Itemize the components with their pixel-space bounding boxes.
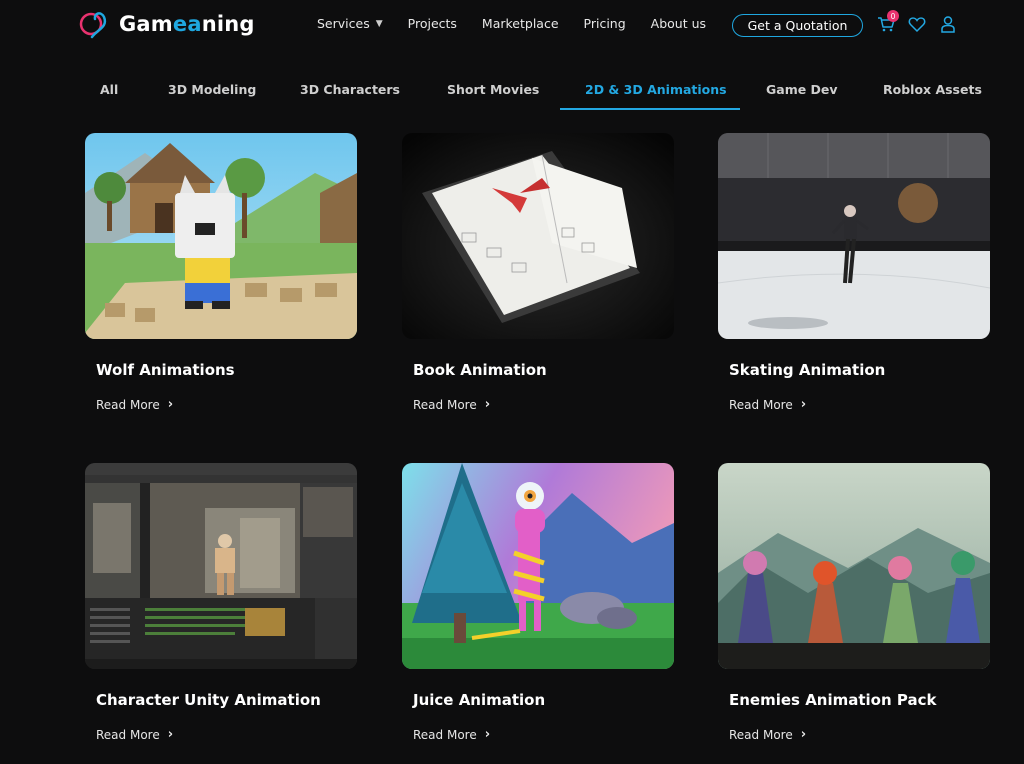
enemies-scene-image <box>718 463 990 669</box>
nav-projects[interactable]: Projects <box>408 16 457 31</box>
skating-scene-image <box>718 133 990 339</box>
read-more-link[interactable]: Read More › <box>729 727 806 742</box>
user-icon[interactable] <box>939 15 957 33</box>
unity-editor-image <box>85 463 357 669</box>
project-thumbnail[interactable] <box>85 133 357 339</box>
juice-scene-image <box>402 463 674 669</box>
chevron-right-icon: › <box>484 397 491 412</box>
card-title[interactable]: Character Unity Animation <box>96 691 321 709</box>
read-more-link[interactable]: Read More › <box>413 397 490 412</box>
chevron-right-icon: › <box>800 727 807 742</box>
tab-3d-characters[interactable]: 3D Characters <box>300 82 400 97</box>
project-thumbnail[interactable] <box>85 463 357 669</box>
wolf-scene-image <box>85 133 357 339</box>
chevron-right-icon: › <box>167 397 174 412</box>
project-card-enemies[interactable]: Enemies Animation Pack Read More › <box>718 463 990 742</box>
read-more-link[interactable]: Read More › <box>729 397 806 412</box>
nav-services[interactable]: Services ▼ <box>317 16 383 31</box>
heart-icon[interactable] <box>908 15 926 33</box>
card-title[interactable]: Book Animation <box>413 361 547 379</box>
main-nav: Services ▼ Projects Marketplace Pricing … <box>317 16 731 31</box>
project-card-book[interactable]: Book Animation Read More › <box>402 133 674 412</box>
tab-game-dev[interactable]: Game Dev <box>766 82 838 97</box>
project-card-character-unity[interactable]: Character Unity Animation Read More › <box>85 463 357 742</box>
project-card-juice[interactable]: Juice Animation Read More › <box>402 463 674 742</box>
chevron-right-icon: › <box>800 397 807 412</box>
card-title[interactable]: Skating Animation <box>729 361 885 379</box>
project-thumbnail[interactable] <box>402 133 674 339</box>
read-more-link[interactable]: Read More › <box>413 727 490 742</box>
project-thumbnail[interactable] <box>402 463 674 669</box>
card-title[interactable]: Juice Animation <box>413 691 545 709</box>
tab-3d-modeling[interactable]: 3D Modeling <box>168 82 256 97</box>
chevron-down-icon: ▼ <box>375 18 383 29</box>
nav-about-us[interactable]: About us <box>651 16 706 31</box>
tab-all[interactable]: All <box>100 82 118 97</box>
project-card-skating[interactable]: Skating Animation Read More › <box>718 133 990 412</box>
book-scene-image <box>402 133 674 339</box>
card-title[interactable]: Wolf Animations <box>96 361 235 379</box>
get-quotation-button[interactable]: Get a Quotation <box>732 14 863 37</box>
logo-text: Gameaning <box>119 12 255 36</box>
category-tabs: All 3D Modeling 3D Characters Short Movi… <box>0 70 1024 112</box>
logo[interactable]: Gameaning <box>78 6 255 42</box>
nav-marketplace[interactable]: Marketplace <box>482 16 559 31</box>
chevron-right-icon: › <box>167 727 174 742</box>
tab-roblox-assets[interactable]: Roblox Assets <box>883 82 982 97</box>
project-thumbnail[interactable] <box>718 463 990 669</box>
chevron-right-icon: › <box>484 727 491 742</box>
card-title[interactable]: Enemies Animation Pack <box>729 691 936 709</box>
cart-count-badge: 0 <box>887 10 899 22</box>
read-more-link[interactable]: Read More › <box>96 397 173 412</box>
active-tab-indicator <box>560 108 740 110</box>
logo-mark-icon <box>79 12 107 39</box>
project-card-wolf[interactable]: Wolf Animations Read More › <box>85 133 357 412</box>
site-header: Gameaning Services ▼ Projects Marketplac… <box>0 0 1024 50</box>
tab-short-movies[interactable]: Short Movies <box>447 82 539 97</box>
nav-pricing[interactable]: Pricing <box>584 16 626 31</box>
project-thumbnail[interactable] <box>718 133 990 339</box>
read-more-link[interactable]: Read More › <box>96 727 173 742</box>
tab-2d-3d-animations[interactable]: 2D & 3D Animations <box>585 82 727 97</box>
